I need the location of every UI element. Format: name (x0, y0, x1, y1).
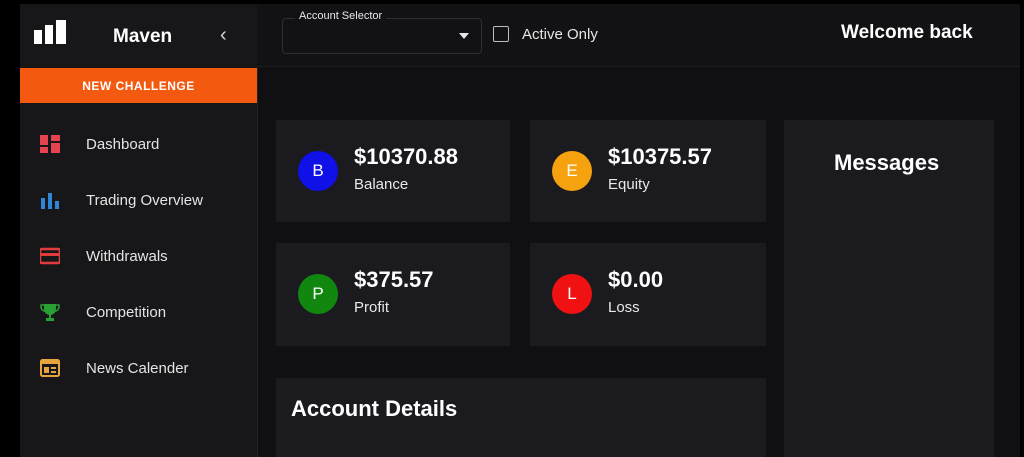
bar-chart-icon (41, 193, 59, 209)
sidebar-item-label: News Calender (86, 360, 189, 377)
equity-avatar: E (552, 151, 592, 191)
messages-panel: Messages (784, 120, 994, 457)
sidebar-nav: Dashboard Trading Overview Withdrawals C… (20, 116, 257, 396)
brand-name: Maven (113, 26, 173, 47)
welcome-text: Welcome back (841, 22, 973, 43)
loss-label: Loss (608, 299, 640, 316)
new-challenge-button[interactable]: NEW CHALLENGE (20, 68, 257, 103)
balance-label: Balance (354, 176, 409, 193)
balance-avatar: B (298, 151, 338, 191)
sidebar: Maven ‹ NEW CHALLENGE Dashboard Trading … (20, 4, 258, 457)
account-details-title: Account Details (291, 396, 458, 421)
dashboard-icon (40, 135, 60, 153)
account-selector-label: Account Selector (295, 10, 387, 22)
equity-card: E $10375.57 Equity (530, 120, 766, 222)
card-icon (40, 247, 60, 265)
sidebar-item-news-calender[interactable]: News Calender (20, 340, 257, 396)
caret-down-icon (459, 33, 469, 39)
sidebar-item-label: Trading Overview (86, 192, 203, 209)
sidebar-item-trading-overview[interactable]: Trading Overview (20, 172, 257, 228)
sidebar-item-label: Competition (86, 304, 167, 321)
messages-title: Messages (834, 150, 940, 175)
maven-logo-icon (34, 20, 66, 44)
brand: Maven ‹ (20, 4, 257, 66)
sidebar-item-dashboard[interactable]: Dashboard (20, 116, 257, 172)
account-selector[interactable]: Account Selector (282, 10, 482, 54)
loss-card: L $0.00 Loss (530, 243, 766, 346)
balance-value: $10370.88 (354, 144, 458, 169)
equity-label: Equity (608, 176, 650, 193)
sidebar-item-withdrawals[interactable]: Withdrawals (20, 228, 257, 284)
profit-value: $375.57 (354, 267, 434, 292)
active-only-label[interactable]: Active Only (522, 26, 598, 43)
sidebar-item-label: Dashboard (86, 136, 160, 153)
profit-avatar: P (298, 274, 338, 314)
sidebar-item-label: Withdrawals (86, 248, 168, 265)
sidebar-item-competition[interactable]: Competition (20, 284, 257, 340)
account-details-panel: Account Details (276, 378, 766, 457)
trophy-icon (40, 304, 60, 321)
app-frame: Maven ‹ NEW CHALLENGE Dashboard Trading … (20, 4, 1020, 457)
balance-card: B $10370.88 Balance (276, 120, 510, 222)
equity-value: $10375.57 (608, 144, 712, 169)
active-only-checkbox[interactable] (493, 26, 509, 42)
profit-card: P $375.57 Profit (276, 243, 510, 346)
calendar-icon (40, 359, 60, 377)
loss-value: $0.00 (608, 267, 664, 292)
loss-avatar: L (552, 274, 592, 314)
collapse-sidebar-icon[interactable]: ‹ (220, 24, 227, 47)
top-bar: Account Selector Active Only Welcome bac… (257, 4, 1020, 67)
profit-label: Profit (354, 299, 390, 316)
